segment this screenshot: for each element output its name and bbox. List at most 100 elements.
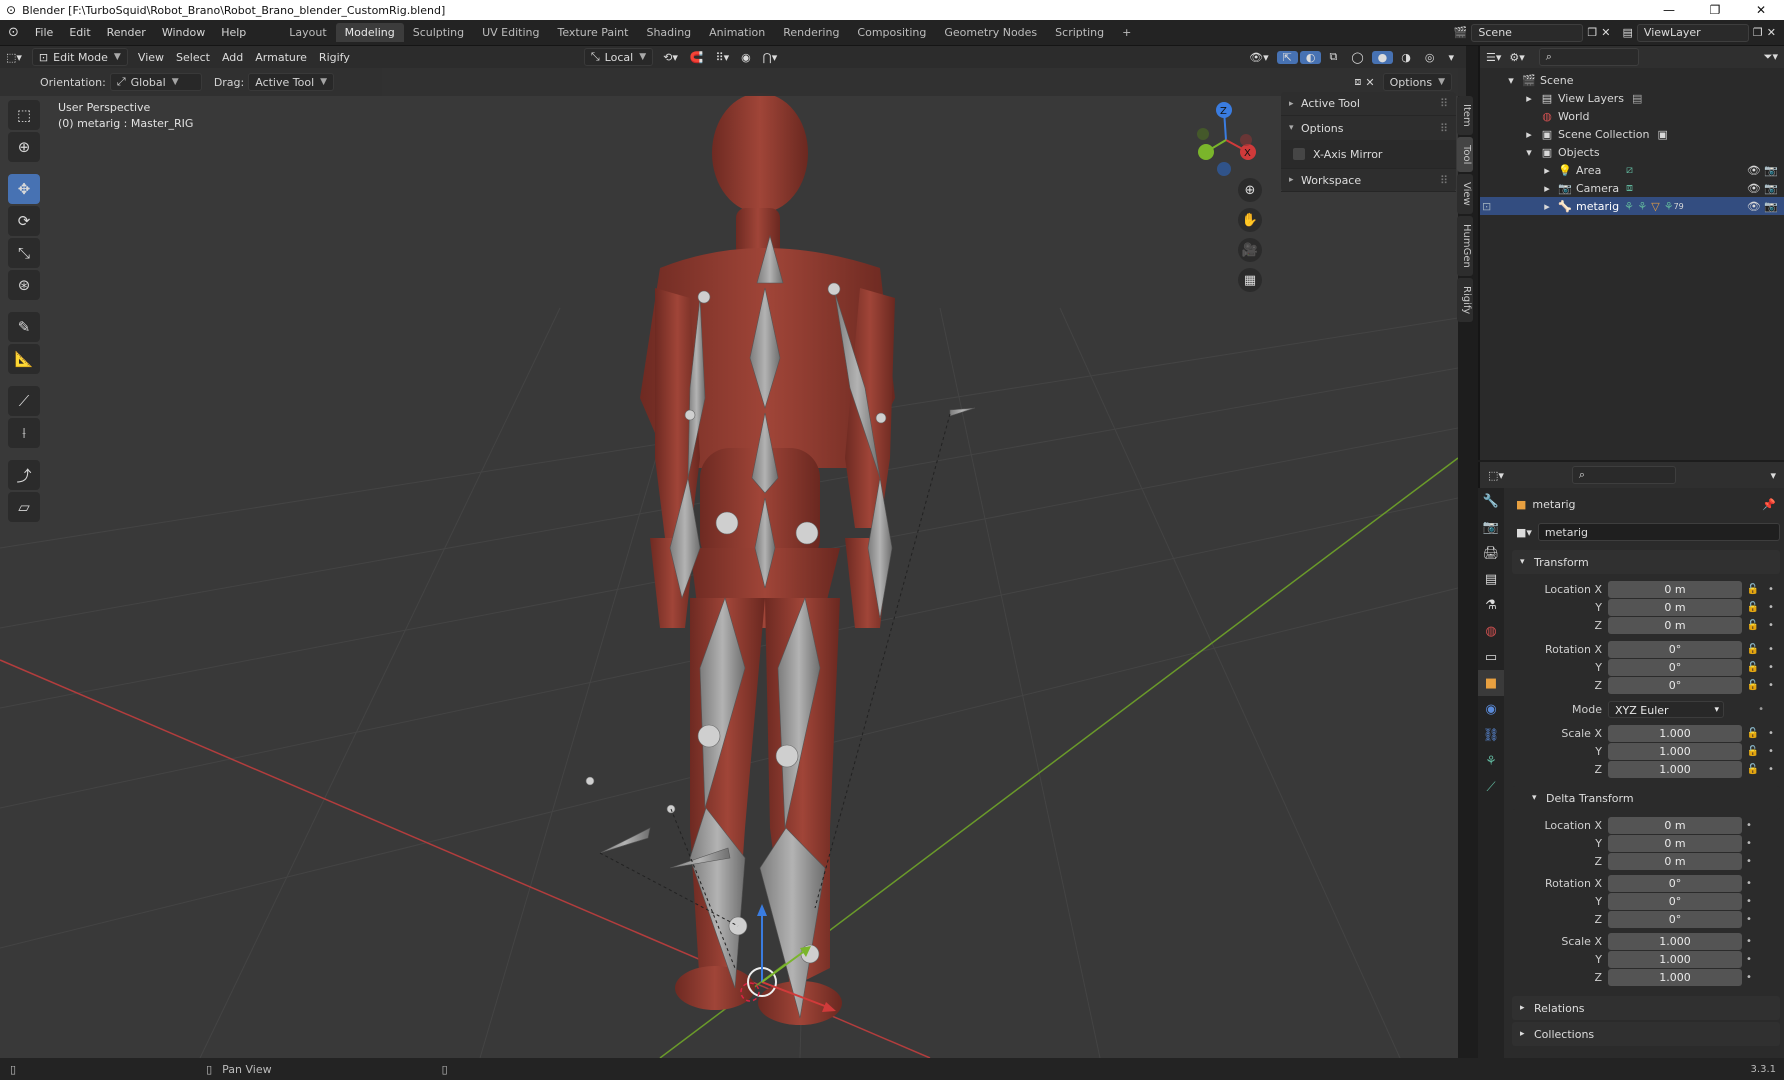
ortho-grid-icon[interactable]: ▦ <box>1238 268 1262 292</box>
camera-view-icon[interactable]: 🎥 <box>1238 238 1262 262</box>
light-data-icon[interactable]: ⧄ <box>1626 163 1633 177</box>
tab-rendering[interactable]: Rendering <box>774 23 848 42</box>
outliner-item-objects[interactable]: ▾ ▣ Objects <box>1480 143 1784 161</box>
rotate-tool-icon[interactable]: ⟳ <box>8 206 40 236</box>
tab-humgen[interactable]: HumGen <box>1457 215 1473 276</box>
drag-handle-icon[interactable]: ⠿ <box>1440 97 1456 110</box>
menu-edit[interactable]: Edit <box>61 26 98 39</box>
tab-shading[interactable]: Shading <box>637 23 700 42</box>
shading-options-icon[interactable]: ▾ <box>1442 51 1460 64</box>
lock-icon[interactable]: 🔓 <box>1742 584 1764 595</box>
menu-select[interactable]: Select <box>170 51 216 64</box>
keyframe-icon[interactable]: • <box>1742 972 1756 983</box>
keyframe-icon[interactable]: • <box>1764 644 1778 655</box>
outliner-item-scene-collection[interactable]: ▸ ▣ Scene Collection ▣ <box>1480 125 1784 143</box>
drag-handle-icon[interactable]: ⠿ <box>1440 174 1456 187</box>
keyframe-icon[interactable]: • <box>1742 838 1756 849</box>
blender-menu-icon[interactable]: ⊙ <box>0 25 27 40</box>
rotation-y-field[interactable]: 0° <box>1608 658 1742 676</box>
xray-icon[interactable]: ⧉ <box>1323 50 1343 64</box>
new-scene-icon[interactable]: ❐ <box>1587 26 1597 39</box>
keyframe-icon[interactable]: • <box>1764 764 1778 775</box>
scene-tab-icon[interactable]: ⚗ <box>1478 592 1504 618</box>
menu-add[interactable]: Add <box>216 51 249 64</box>
expand-arrow-icon[interactable]: ▸ <box>1540 200 1554 213</box>
armature-data-icon[interactable]: ⚘ ⚘ <box>1624 200 1647 213</box>
menu-window[interactable]: Window <box>154 26 213 39</box>
keyframe-icon[interactable]: • <box>1764 680 1778 691</box>
pivot-point-icon[interactable]: ⟲▾ <box>657 51 684 64</box>
output-tab-icon[interactable]: 🖨 <box>1478 540 1504 566</box>
keyframe-icon[interactable]: • <box>1764 584 1778 595</box>
workspace-section[interactable]: ▸ Workspace ⠿ <box>1281 168 1456 192</box>
annotate-tool-icon[interactable]: ✎ <box>8 312 40 342</box>
location-y-field[interactable]: 0 m <box>1608 598 1742 616</box>
select-box-tool-icon[interactable]: ⬚ <box>8 100 40 130</box>
delta-location-z-field[interactable]: 0 m <box>1608 852 1742 870</box>
menu-armature[interactable]: Armature <box>249 51 313 64</box>
editor-type-icon[interactable]: ⬚▾ <box>1488 469 1504 482</box>
pan-hand-icon[interactable]: ✋ <box>1238 208 1262 232</box>
lock-icon[interactable]: 🔓 <box>1742 602 1764 613</box>
armature-data-tab-icon[interactable]: ⚘ <box>1478 748 1504 774</box>
display-mode-icon[interactable]: ⚙▾ <box>1509 51 1524 64</box>
scale-y-field[interactable]: 1.000 <box>1608 742 1742 760</box>
tab-texture-paint[interactable]: Texture Paint <box>548 23 637 42</box>
snap-target-icon[interactable]: ⠿▾ <box>710 51 736 64</box>
lock-icon[interactable]: 🔓 <box>1742 680 1764 691</box>
object-tab-icon[interactable]: ■ <box>1478 670 1504 696</box>
transform-orientation-selector[interactable]: ⤡ Local ▼ <box>583 48 654 66</box>
visibility-eye-icon[interactable]: 👁 📷 <box>1747 164 1784 177</box>
lock-icon[interactable]: 🔓 <box>1742 662 1764 673</box>
tab-compositing[interactable]: Compositing <box>848 23 935 42</box>
delta-rotation-z-field[interactable]: 0° <box>1608 910 1742 928</box>
keyframe-icon[interactable]: • <box>1724 704 1764 715</box>
delta-scale-y-field[interactable]: 1.000 <box>1608 950 1742 968</box>
bone-size-tool-icon[interactable]: ⟊ <box>8 418 40 448</box>
tab-geometry-nodes[interactable]: Geometry Nodes <box>935 23 1046 42</box>
add-workspace-button[interactable]: + <box>1113 23 1140 42</box>
new-view-layer-icon[interactable]: ❐ <box>1753 26 1763 39</box>
tab-animation[interactable]: Animation <box>700 23 774 42</box>
pin-panel-icon[interactable]: ⧈ <box>1354 75 1361 89</box>
visibility-eye-icon[interactable]: 👁 📷 <box>1747 182 1784 195</box>
view-layer-tab-icon[interactable]: ▤ <box>1478 566 1504 592</box>
delta-rotation-y-field[interactable]: 0° <box>1608 892 1742 910</box>
move-tool-icon[interactable]: ✥ <box>8 174 40 204</box>
collections-panel[interactable]: ▸ Collections <box>1512 1022 1780 1046</box>
delta-location-y-field[interactable]: 0 m <box>1608 834 1742 852</box>
transform-panel[interactable]: ▾ Transform <box>1512 550 1780 574</box>
menu-render[interactable]: Render <box>99 26 154 39</box>
object-name-field[interactable]: metarig <box>1537 523 1780 541</box>
keyframe-icon[interactable]: • <box>1764 662 1778 673</box>
delta-scale-x-field[interactable]: 1.000 <box>1608 932 1742 950</box>
tab-layout[interactable]: Layout <box>280 23 335 42</box>
outliner-item-world[interactable]: ◍ World <box>1480 107 1784 125</box>
minimize-button[interactable]: — <box>1646 3 1692 17</box>
keyframe-icon[interactable]: • <box>1764 746 1778 757</box>
options-section[interactable]: ▾ Options ⠿ <box>1281 116 1456 140</box>
location-x-field[interactable]: 0 m <box>1608 580 1742 598</box>
menu-file[interactable]: File <box>27 26 61 39</box>
keyframe-icon[interactable]: • <box>1742 856 1756 867</box>
expand-arrow-icon[interactable]: ▸ <box>1522 128 1536 141</box>
tab-tool[interactable]: Tool <box>1457 136 1473 173</box>
camera-data-icon[interactable]: ⧈ <box>1626 181 1633 195</box>
close-button[interactable]: ✕ <box>1738 3 1784 17</box>
edit-mode-indicator-icon[interactable]: ⊡ <box>1482 200 1540 213</box>
expand-arrow-icon[interactable]: ▾ <box>1504 74 1518 87</box>
lock-icon[interactable]: 🔓 <box>1742 620 1764 631</box>
overlays-icon[interactable]: ◐ <box>1299 50 1322 64</box>
location-z-field[interactable]: 0 m <box>1608 616 1742 634</box>
expand-arrow-icon[interactable]: ▸ <box>1522 92 1536 105</box>
rotation-x-field[interactable]: 0° <box>1608 640 1742 658</box>
rotation-z-field[interactable]: 0° <box>1608 676 1742 694</box>
keyframe-icon[interactable]: • <box>1742 954 1756 965</box>
outliner-search-input[interactable]: ⌕ <box>1538 48 1639 66</box>
keyframe-icon[interactable]: • <box>1742 936 1756 947</box>
expand-arrow-icon[interactable]: ▸ <box>1540 164 1554 177</box>
filter-icon[interactable]: ⏷▾ <box>1764 50 1778 64</box>
roll-tool-icon[interactable]: ⟋ <box>8 386 40 416</box>
active-tool-section[interactable]: ▸ Active Tool ⠿ <box>1281 92 1456 116</box>
keyframe-icon[interactable]: • <box>1764 602 1778 613</box>
